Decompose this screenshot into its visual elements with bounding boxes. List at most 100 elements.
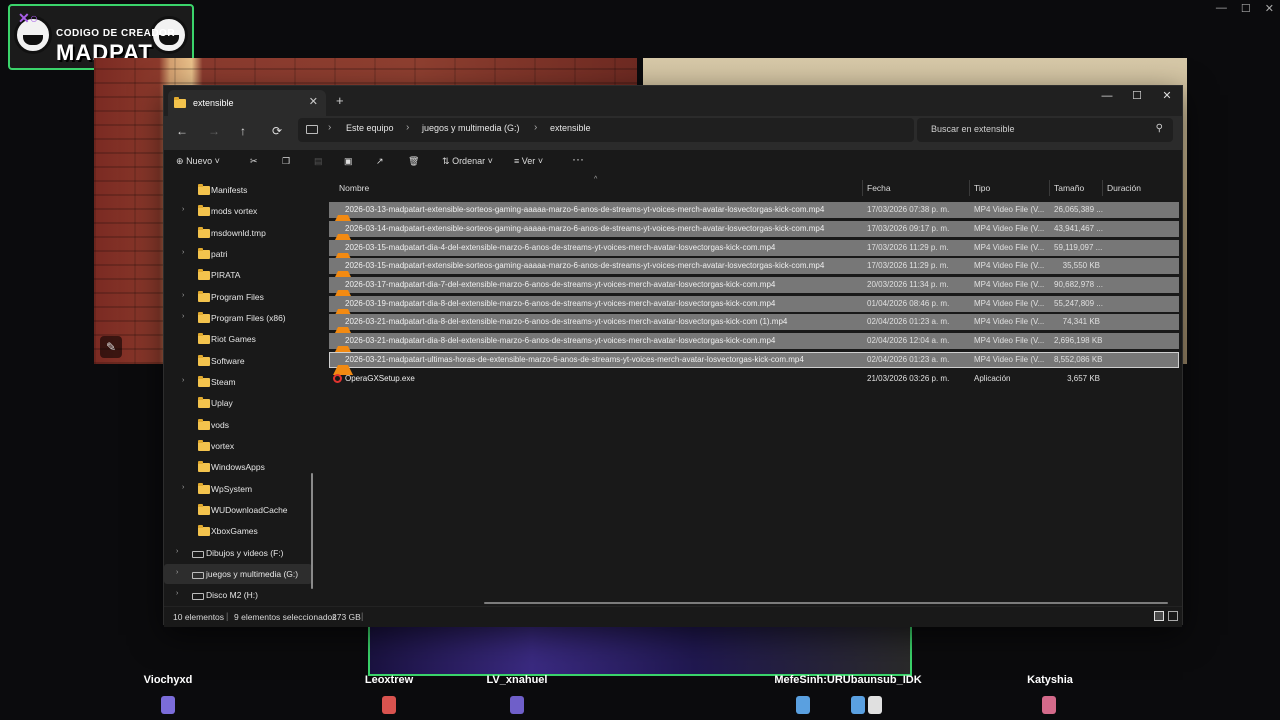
sidebar-item-steam[interactable]: › Steam <box>164 372 312 392</box>
sidebar-item-vortex[interactable]: vortex <box>164 436 312 456</box>
file-row[interactable]: 2026-03-21-madpatart-dia-8-del-extensibl… <box>329 333 1179 356</box>
viewer-avatar <box>796 696 810 714</box>
sidebar-drive-g[interactable]: › juegos y multimedia (G:) <box>164 564 312 584</box>
file-row[interactable]: 2026-03-14-madpatart-extensible-sorteos-… <box>329 221 1179 244</box>
chevron-right-icon[interactable]: › <box>182 206 184 213</box>
file-row[interactable]: 2026-03-19-madpatart-dia-8-del-extensibl… <box>329 296 1179 319</box>
file-row[interactable]: 2026-03-21-madpatart-dia-8-del-extensibl… <box>329 314 1179 337</box>
delete-icon[interactable]: 🗑 <box>408 156 419 167</box>
forward-arrow-icon[interactable]: → <box>208 124 220 138</box>
sidebar-item-patri[interactable]: › patri <box>164 244 312 264</box>
column-header-duration[interactable]: Duración <box>1107 183 1141 193</box>
chevron-right-icon[interactable]: › <box>176 590 178 597</box>
logo-subtitle: CODIGO DE CREADOR <box>56 28 176 39</box>
breadcrumb-drive-g[interactable]: juegos y multimedia (G:) <box>422 123 520 133</box>
chevron-right-icon[interactable]: › <box>182 377 184 384</box>
more-options-icon[interactable]: ··· <box>572 152 584 166</box>
chevron-right-icon[interactable]: › <box>182 292 184 299</box>
folder-icon <box>198 291 210 302</box>
file-name: 2026-03-15-madpatart-extensible-sorteos-… <box>345 261 825 270</box>
chevron-right-icon[interactable]: › <box>182 484 184 491</box>
sidebar-item-vods[interactable]: vods <box>164 415 312 435</box>
file-list: ^ Nombre Fecha Tipo Tamaño Duración 2026… <box>318 176 1182 606</box>
sidebar-item-label: juegos y multimedia (G:) <box>206 569 299 579</box>
up-arrow-icon[interactable]: ↑ <box>240 124 246 138</box>
sidebar-drive-f[interactable]: › Dibujos y videos (F:) <box>164 543 312 563</box>
file-row[interactable]: 2026-03-15-madpatart-extensible-sorteos-… <box>329 258 1179 281</box>
cut-icon[interactable]: ✂ <box>250 156 258 167</box>
folder-icon <box>198 376 210 387</box>
copy-icon[interactable]: ❐ <box>282 156 290 167</box>
sidebar-item-msdownld[interactable]: msdownld.tmp <box>164 223 312 243</box>
chevron-right-icon[interactable]: › <box>182 313 184 320</box>
sidebar-item-pirata[interactable]: PIRATA <box>164 265 312 285</box>
close-icon[interactable]: ✕ <box>309 95 318 108</box>
column-header-size[interactable]: Tamaño <box>1054 183 1084 193</box>
column-divider[interactable] <box>1102 180 1103 196</box>
sidebar-item-label: Uplay <box>211 398 233 408</box>
paste-icon[interactable]: ▤ <box>314 156 323 167</box>
sidebar-item-wudownloadcache[interactable]: WUDownloadCache <box>164 500 312 520</box>
sidebar-item-label: Software <box>211 356 245 366</box>
sidebar-item-xboxgames[interactable]: XboxGames <box>164 521 312 541</box>
tab-extensible[interactable]: extensible ✕ <box>168 90 326 116</box>
chevron-right-icon[interactable]: › <box>176 548 178 555</box>
status-divider: | <box>361 611 364 621</box>
back-arrow-icon[interactable]: ← <box>176 124 188 138</box>
refresh-icon[interactable]: ⟳ <box>272 124 282 138</box>
plus-icon[interactable]: + <box>336 93 344 108</box>
outer-minimize-icon[interactable]: — <box>1216 2 1227 15</box>
breadcrumb-este-equipo[interactable]: Este equipo <box>346 123 394 133</box>
column-header-name[interactable]: Nombre <box>339 183 369 193</box>
view-button[interactable]: ≡ Ver ˅ <box>514 156 543 166</box>
close-window-button[interactable]: ✕ <box>1152 86 1182 106</box>
file-row[interactable]: OperaGXSetup.exe 21/03/2026 03:26 p. m. … <box>329 371 1179 387</box>
sidebar-item-riot-games[interactable]: Riot Games <box>164 329 312 349</box>
sidebar-drive-h[interactable]: › Disco M2 (H:) <box>164 585 312 605</box>
sidebar-item-wpsystem[interactable]: › WpSystem <box>164 479 312 499</box>
search-icon[interactable]: ⚲ <box>1156 123 1163 134</box>
file-row[interactable]: 2026-03-17-madpatart-dia-7-del-extensibl… <box>329 277 1179 300</box>
outer-maximize-icon[interactable]: ☐ <box>1241 2 1251 15</box>
chevron-right-icon[interactable]: › <box>176 569 178 576</box>
horizontal-scrollbar[interactable] <box>484 602 1168 604</box>
search-box[interactable]: Buscar en extensible ⚲ <box>917 118 1173 142</box>
address-bar[interactable]: › Este equipo › juegos y multimedia (G:)… <box>298 118 914 142</box>
sort-button[interactable]: ⇅ Ordenar ˅ <box>442 156 493 167</box>
file-row[interactable]: 2026-03-15-madpatart-dia-4-del-extensibl… <box>329 240 1179 263</box>
new-button[interactable]: ⊕ Nuevo ˅ <box>176 156 220 167</box>
sidebar-item-mods-vortex[interactable]: › mods vortex <box>164 201 312 221</box>
outer-close-icon[interactable]: ✕ <box>1265 2 1274 15</box>
column-header-date[interactable]: Fecha <box>867 183 891 193</box>
chevron-down-icon: ˅ <box>537 156 544 166</box>
sidebar-item-program-files[interactable]: › Program Files <box>164 287 312 307</box>
file-row[interactable]: 2026-03-13-madpatart-extensible-sorteos-… <box>329 202 1179 225</box>
viewer-overlay: Viochyxd Leoxtrew LV_xnahuel MefeSinh:UR… <box>0 674 1280 720</box>
chevron-right-icon[interactable]: › <box>182 249 184 256</box>
sidebar-item-label: Riot Games <box>211 334 256 344</box>
sidebar-item-label: Disco M2 (H:) <box>206 590 258 600</box>
file-row[interactable]: 2026-03-21-madpatart-ultimas-horas-de-ex… <box>329 352 1179 375</box>
file-name: 2026-03-21-madpatart-dia-8-del-extensibl… <box>345 317 788 326</box>
file-date: 17/03/2026 11:29 p. m. <box>867 261 949 270</box>
sidebar-item-software[interactable]: Software <box>164 351 312 371</box>
sidebar-item-windowsapps[interactable]: WindowsApps <box>164 457 312 477</box>
viewer-name: Viochyxd <box>143 674 193 686</box>
column-divider[interactable] <box>862 180 863 196</box>
breadcrumb-extensible[interactable]: extensible <box>550 123 591 133</box>
folder-icon <box>198 227 210 238</box>
share-icon[interactable]: ↗ <box>376 156 384 167</box>
column-header-type[interactable]: Tipo <box>974 183 990 193</box>
sidebar-item-program-files-x86[interactable]: › Program Files (x86) <box>164 308 312 328</box>
maximize-button[interactable]: ☐ <box>1122 86 1152 106</box>
tiles-view-icon[interactable] <box>1168 611 1178 621</box>
sidebar-item-uplay[interactable]: Uplay <box>164 393 312 413</box>
column-divider[interactable] <box>969 180 970 196</box>
sidebar-item-label: PIRATA <box>211 270 241 280</box>
sidebar-item-manifests[interactable]: Manifests <box>164 180 312 200</box>
details-view-icon[interactable] <box>1154 611 1164 621</box>
sidebar-scrollbar[interactable] <box>311 473 313 589</box>
minimize-button[interactable]: — <box>1092 86 1122 106</box>
rename-icon[interactable]: ▣ <box>344 156 353 167</box>
column-divider[interactable] <box>1049 180 1050 196</box>
